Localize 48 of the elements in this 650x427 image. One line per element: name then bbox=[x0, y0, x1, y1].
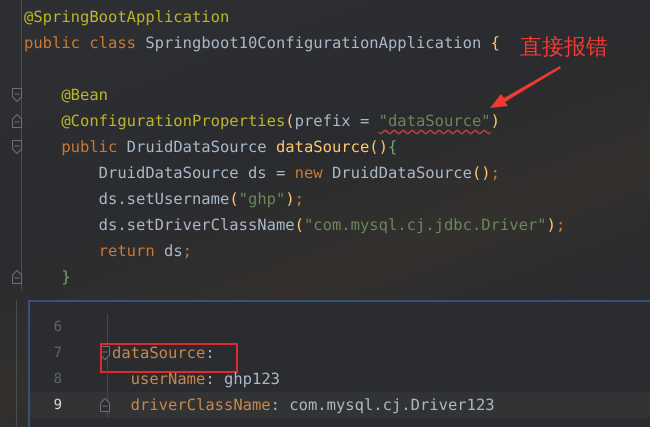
code-text: return bbox=[98, 242, 156, 260]
code-text: public bbox=[60, 138, 118, 156]
code-text: @Bean bbox=[60, 86, 108, 104]
code-text: ) bbox=[546, 216, 556, 234]
code-text: dataSource bbox=[112, 344, 206, 362]
code-text: Springboot10ConfigurationApplication bbox=[145, 34, 482, 52]
code-text: } bbox=[60, 268, 71, 286]
annotation-arrow bbox=[490, 64, 562, 110]
code-text: { bbox=[490, 34, 500, 52]
code-text: ; bbox=[556, 216, 566, 234]
code-text: ds.setUsername bbox=[98, 190, 230, 208]
code-text: DruidDataSource bbox=[332, 164, 472, 182]
code-text: "dataSource" bbox=[378, 112, 491, 130]
code-text: dataSource bbox=[276, 138, 370, 156]
code-text: public class bbox=[24, 34, 137, 52]
code-text: new bbox=[294, 164, 324, 182]
code-text: { bbox=[388, 138, 398, 156]
annotation-text: 直接报错 bbox=[520, 34, 608, 62]
code-text: ( bbox=[229, 190, 239, 208]
code-text: : com.mysql.cj.Driver123 bbox=[270, 396, 495, 414]
code-text: userName bbox=[130, 370, 206, 388]
code-text: : bbox=[205, 344, 215, 362]
code-text: ds bbox=[164, 242, 183, 260]
code-text: prefix = bbox=[294, 112, 370, 130]
code-text: : ghp123 bbox=[205, 370, 280, 388]
code-text: ) bbox=[285, 190, 295, 208]
code-text: @SpringBootApplication bbox=[24, 8, 230, 26]
code-text: driverClassName bbox=[130, 396, 271, 414]
code-text: "ghp" bbox=[238, 190, 286, 208]
code-text: "com.mysql.cj.jdbc.Driver" bbox=[304, 216, 547, 234]
code-text: @ConfigurationProperties bbox=[60, 112, 286, 130]
code-text: DruidDataSource bbox=[126, 138, 268, 156]
code-text: ( bbox=[294, 216, 304, 234]
unfold-icon[interactable] bbox=[12, 270, 22, 284]
code-text: ; bbox=[294, 190, 304, 208]
code-text: () bbox=[369, 138, 388, 156]
code-text: ds.setDriverClassName bbox=[98, 216, 295, 234]
code-text: ( bbox=[285, 112, 295, 130]
unfold-icon[interactable] bbox=[12, 114, 22, 128]
code-text: ; bbox=[490, 164, 500, 182]
code-text: ; bbox=[182, 242, 192, 260]
line-number: 9 bbox=[52, 397, 62, 413]
fold-icon[interactable] bbox=[12, 88, 22, 102]
code-text: () bbox=[472, 164, 491, 182]
code-text: ) bbox=[490, 112, 500, 130]
code-text: DruidDataSource ds = bbox=[98, 164, 286, 182]
unfold-icon[interactable] bbox=[100, 398, 110, 412]
fold-icon[interactable] bbox=[12, 140, 22, 154]
